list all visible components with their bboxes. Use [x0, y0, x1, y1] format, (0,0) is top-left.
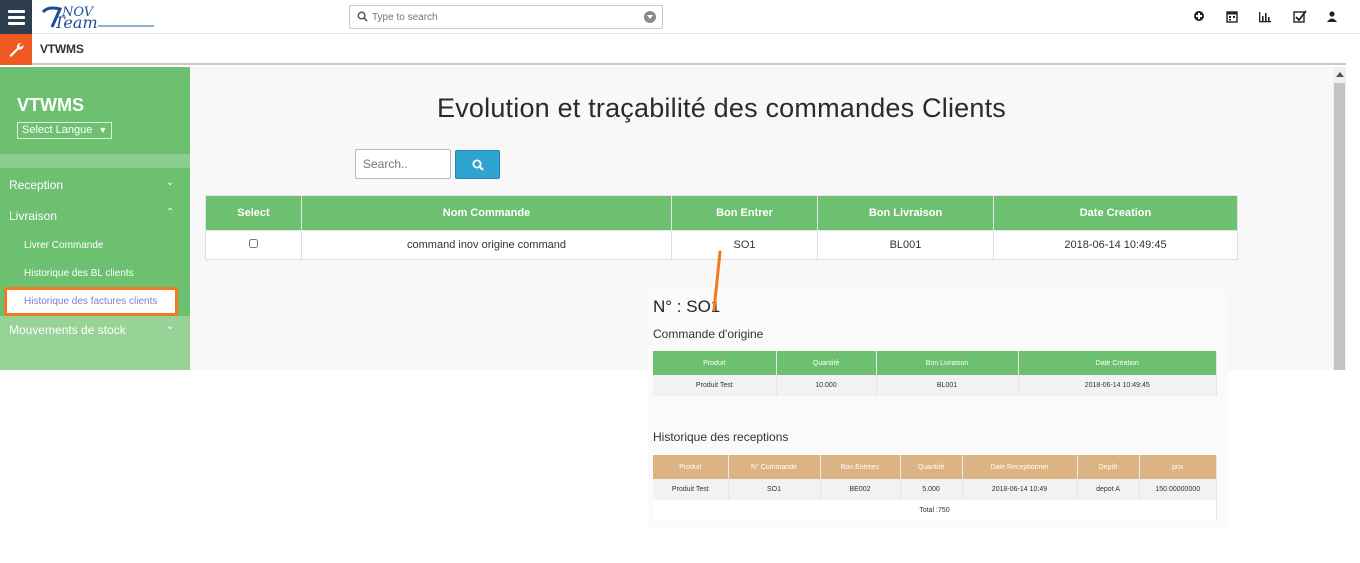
column-header[interactable]: Bon Livraison: [817, 195, 994, 231]
select-cell: [205, 230, 302, 260]
vertical-scrollbar[interactable]: [1333, 67, 1346, 370]
table-cell: 2018-06-14 10:49: [962, 479, 1078, 500]
checkbox-icon[interactable]: [1293, 10, 1307, 24]
bar-chart-icon[interactable]: [1258, 10, 1272, 24]
column-header: Produit: [653, 455, 729, 479]
table-header-row: Produit Quantité Bon Livraison Date Créa…: [653, 351, 1217, 375]
total-row: Total :750: [653, 500, 1217, 521]
scroll-up-icon[interactable]: [1336, 72, 1344, 77]
global-search-input[interactable]: [372, 8, 642, 26]
plus-circle-icon[interactable]: [1193, 10, 1207, 24]
table-row: Produit Test SO1 BE002 5.000 2018-06-14 …: [653, 479, 1217, 500]
bon-entrer-cell[interactable]: SO1: [671, 230, 818, 260]
sidebar-item-livrer-commande[interactable]: Livrer Commande: [24, 240, 103, 251]
sidebar-item-label: Historique des factures clients: [24, 296, 158, 307]
language-select[interactable]: Select Langue ▼: [17, 122, 113, 139]
column-header: prix: [1139, 455, 1217, 479]
sidebar-item-historique-bl[interactable]: Historique des BL clients: [24, 268, 134, 279]
date-creation-cell: 2018-06-14 10:49:45: [993, 230, 1238, 260]
column-header: Bon Livraison: [876, 351, 1019, 375]
language-select-label: Select Langue: [22, 124, 93, 136]
table-cell: 2018-06-14 10:49:45: [1018, 375, 1217, 396]
order-number: N° : SO1: [653, 297, 721, 316]
orders-table: Select Nom Commande Bon Entrer Bon Livra…: [205, 195, 1238, 260]
hamburger-menu-icon[interactable]: [0, 0, 32, 34]
scrollbar-thumb[interactable]: [1334, 83, 1345, 370]
column-header: Depôt: [1077, 455, 1140, 479]
chevron-up-icon[interactable]: ⌃: [166, 207, 174, 218]
search-icon: [357, 11, 368, 22]
search-button[interactable]: [455, 150, 500, 179]
chevron-down-icon[interactable]: ⌄: [166, 177, 174, 188]
app-bar: VTWMS: [0, 34, 1346, 65]
calendar-icon[interactable]: [1226, 10, 1240, 24]
reception-history-title: Historique des receptions: [653, 430, 789, 444]
global-search-box[interactable]: [349, 5, 663, 29]
caret-down-icon: ▼: [98, 125, 108, 135]
order-detail-inset: N° : SO1 Commande d'origine Produit Quan…: [648, 290, 1228, 529]
table-header-row: Select Nom Commande Bon Entrer Bon Livra…: [205, 195, 1238, 231]
bon-livraison-cell: BL001: [817, 230, 994, 260]
page: NOV Team VTWMS VTWMS Select Langue ▼ Rece…: [0, 0, 1360, 563]
list-search-input[interactable]: [355, 149, 451, 179]
table-cell: BL001: [876, 375, 1019, 396]
table-cell: 10.000: [776, 375, 877, 396]
column-header[interactable]: Nom Commande: [301, 195, 672, 231]
sidebar-brand: VTWMS: [17, 95, 84, 115]
column-header[interactable]: Date Creation: [993, 195, 1238, 231]
table-row[interactable]: command inov origine command SO1 BL001 2…: [205, 230, 1238, 260]
table-cell: SO1: [728, 479, 821, 500]
top-bar: NOV Team: [0, 0, 1360, 34]
search-icon: [472, 159, 484, 171]
column-header: Quantité: [900, 455, 963, 479]
sidebar-item-historique-factures[interactable]: Historique des factures clients: [4, 287, 178, 316]
sidebar-item-mouvements[interactable]: Mouvements de stock: [9, 323, 126, 337]
table-row: Produit Test 10.000 BL001 2018-06-14 10:…: [653, 375, 1217, 396]
column-header: Quantité: [776, 351, 877, 375]
page-title: Evolution et traçabilité des commandes C…: [437, 93, 1006, 123]
column-header: Produit: [653, 351, 777, 375]
svg-text:Team: Team: [54, 13, 98, 31]
table-cell: 150.00000000: [1139, 479, 1217, 500]
column-header: Bon Entrées: [820, 455, 901, 479]
sidebar-item-livraison[interactable]: Livraison: [9, 209, 57, 223]
origin-order-title: Commande d'origine: [653, 327, 764, 341]
row-select-checkbox[interactable]: [249, 239, 258, 248]
table-cell: Produit Test: [653, 375, 777, 396]
column-header: N° Commande: [728, 455, 821, 479]
table-cell: Produit Test: [653, 479, 729, 500]
origin-order-table: Produit Quantité Bon Livraison Date Créa…: [653, 351, 1217, 396]
total-cell: Total :750: [653, 500, 1217, 521]
column-header: Date Receptionner: [962, 455, 1078, 479]
chevron-down-icon[interactable]: [644, 11, 656, 23]
column-header[interactable]: Bon Entrer: [671, 195, 818, 231]
table-cell: 5.000: [900, 479, 963, 500]
chevron-down-icon[interactable]: ⌄: [166, 321, 174, 332]
table-cell: BE002: [820, 479, 901, 500]
table-cell: depot A: [1077, 479, 1140, 500]
sidebar-item-reception[interactable]: Reception: [9, 178, 63, 192]
breadcrumb-app-name: VTWMS: [40, 42, 84, 56]
column-header: Date Création: [1018, 351, 1217, 375]
column-header[interactable]: Select: [205, 195, 302, 231]
sidebar-separator: [0, 154, 190, 168]
inov-team-logo: NOV Team: [41, 5, 154, 31]
nom-commande-cell: command inov origine command: [301, 230, 672, 260]
wrench-icon[interactable]: [0, 34, 32, 65]
sidebar: VTWMS Select Langue ▼ Reception ⌄ Livrais…: [0, 67, 190, 370]
reception-history-table: Produit N° Commande Bon Entrées Quantité…: [653, 455, 1217, 521]
user-icon[interactable]: [1326, 10, 1340, 24]
table-header-row: Produit N° Commande Bon Entrées Quantité…: [653, 455, 1217, 479]
